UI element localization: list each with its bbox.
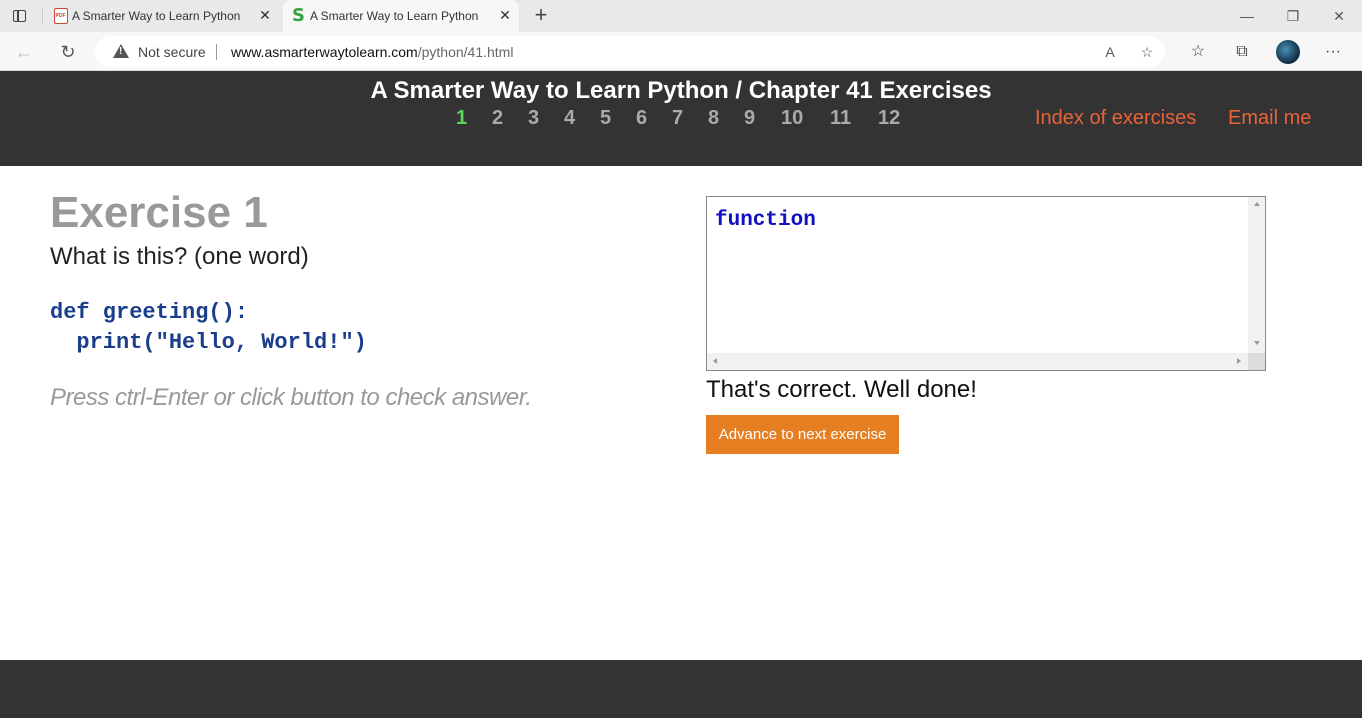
- exercise-title: Exercise 1: [50, 188, 268, 237]
- exercise-link-6[interactable]: 6: [636, 107, 647, 130]
- tab-actions-button[interactable]: [8, 6, 32, 26]
- horizontal-scrollbar[interactable]: [707, 353, 1248, 370]
- url-text[interactable]: www.asmarterwaytolearn.com/python/41.htm…: [231, 44, 513, 60]
- pdf-icon: PDF: [54, 8, 68, 24]
- profile-avatar[interactable]: [1276, 40, 1300, 64]
- tab-active[interactable]: S A Smarter Way to Learn Python - ✕: [283, 0, 519, 32]
- refresh-button[interactable]: ↻: [56, 40, 80, 64]
- page-header: A Smarter Way to Learn Python / Chapter …: [0, 71, 1362, 166]
- email-me-link[interactable]: Email me: [1228, 107, 1311, 130]
- tab-separator: [42, 8, 43, 24]
- code-line: def greeting():: [50, 300, 249, 325]
- security-label[interactable]: Not secure: [138, 44, 206, 60]
- add-favorite-icon[interactable]: ☆: [1137, 42, 1157, 62]
- read-aloud-icon[interactable]: A: [1100, 42, 1120, 62]
- address-separator: [216, 44, 217, 60]
- vertical-scrollbar[interactable]: [1248, 197, 1265, 353]
- exercise-link-8[interactable]: 8: [708, 107, 719, 130]
- minimize-button[interactable]: —: [1236, 6, 1258, 26]
- advance-next-button[interactable]: Advance to next exercise: [706, 415, 899, 454]
- code-sample: def greeting(): print("Hello, World!"): [50, 298, 367, 358]
- new-tab-button[interactable]: +: [530, 4, 552, 26]
- answer-text[interactable]: function: [715, 209, 816, 232]
- exercise-link-12[interactable]: 12: [878, 107, 900, 130]
- tab-pdf[interactable]: PDF A Smarter Way to Learn Python - ✕: [45, 0, 280, 32]
- scroll-down-icon[interactable]: [1254, 341, 1260, 345]
- feedback-message: That's correct. Well done!: [706, 376, 977, 403]
- tab-title: A Smarter Way to Learn Python -: [72, 9, 242, 23]
- index-of-exercises-link[interactable]: Index of exercises: [1035, 107, 1196, 130]
- instruction-hint: Press ctrl-Enter or click button to chec…: [50, 384, 532, 411]
- scroll-right-icon[interactable]: [1237, 358, 1241, 364]
- exercise-link-7[interactable]: 7: [672, 107, 683, 130]
- browser-toolbar: ← ↻ Not secure www.asmarterwaytolearn.co…: [0, 32, 1362, 71]
- close-tab-icon[interactable]: ✕: [257, 7, 273, 23]
- favorites-icon[interactable]: ☆: [1186, 40, 1210, 64]
- exercise-link-1[interactable]: 1: [456, 107, 467, 130]
- exercise-link-11[interactable]: 11: [830, 107, 851, 130]
- close-tab-icon[interactable]: ✕: [497, 7, 513, 23]
- warning-icon[interactable]: [113, 44, 129, 58]
- more-menu-icon[interactable]: ···: [1321, 40, 1345, 64]
- exercise-link-9[interactable]: 9: [744, 107, 755, 130]
- address-bar[interactable]: Not secure www.asmarterwaytolearn.com/py…: [95, 36, 1165, 67]
- page-footer: [0, 660, 1362, 718]
- answer-textarea[interactable]: function: [706, 196, 1266, 371]
- code-line: print("Hello, World!"): [50, 330, 367, 355]
- scroll-left-icon[interactable]: [713, 358, 717, 364]
- close-window-button[interactable]: ✕: [1328, 6, 1350, 26]
- exercise-link-3[interactable]: 3: [528, 107, 539, 130]
- tab-title: A Smarter Way to Learn Python -: [310, 9, 480, 23]
- tab-strip: PDF A Smarter Way to Learn Python - ✕ S …: [0, 0, 1362, 32]
- exercise-link-5[interactable]: 5: [600, 107, 611, 130]
- site-favicon-icon: S: [292, 5, 305, 26]
- url-host: www.asmarterwaytolearn.com: [231, 44, 418, 60]
- collections-icon[interactable]: ⧉: [1230, 40, 1254, 64]
- exercise-link-10[interactable]: 10: [781, 107, 803, 130]
- back-button[interactable]: ←: [12, 40, 36, 64]
- exercise-question: What is this? (one word): [50, 243, 309, 270]
- url-path: /python/41.html: [417, 44, 514, 60]
- resize-corner[interactable]: [1248, 353, 1265, 370]
- exercise-link-4[interactable]: 4: [564, 107, 575, 130]
- restore-button[interactable]: ❐: [1282, 6, 1304, 26]
- tab-actions-icon: [13, 9, 26, 22]
- exercise-link-2[interactable]: 2: [492, 107, 503, 130]
- page-title: A Smarter Way to Learn Python / Chapter …: [370, 77, 992, 104]
- scroll-up-icon[interactable]: [1254, 202, 1260, 206]
